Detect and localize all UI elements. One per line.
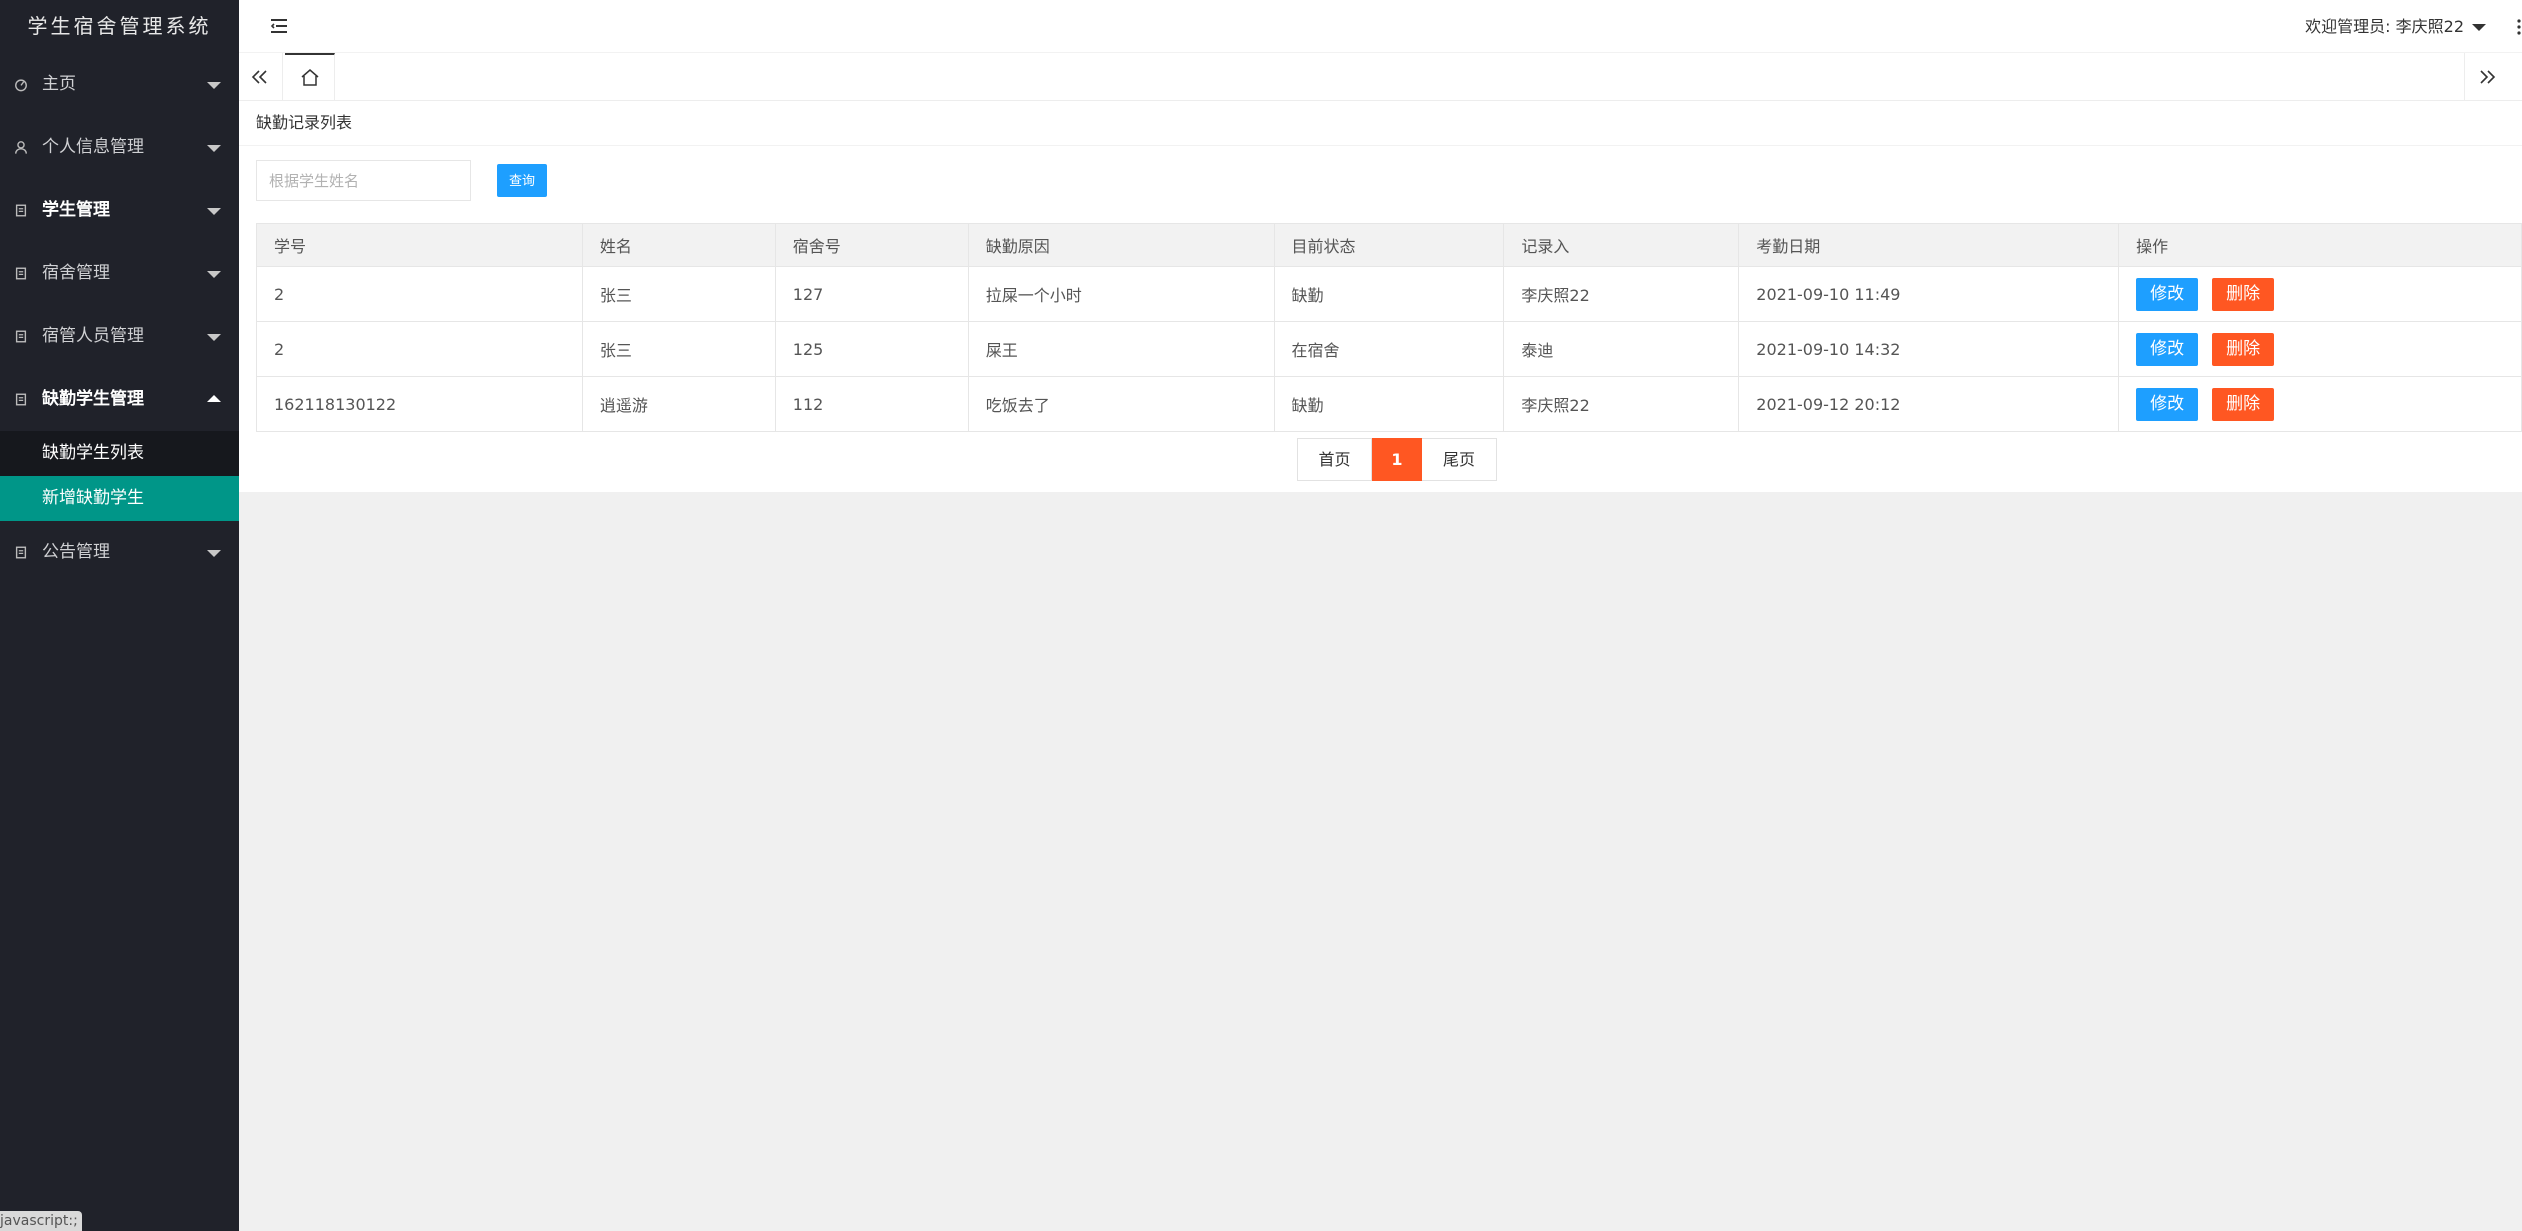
column-header: 宿舍号 bbox=[774, 223, 969, 267]
edit-button[interactable]: 修改 bbox=[2136, 332, 2199, 366]
sidebar-item-label: 个人信息管理 bbox=[42, 137, 144, 157]
delete-button[interactable]: 删除 bbox=[2212, 332, 2275, 366]
cell-date: 2021-09-12 20:12 bbox=[1738, 376, 2120, 432]
status-bar-url: javascript:; bbox=[0, 1211, 82, 1231]
cell-date: 2021-09-10 11:49 bbox=[1738, 266, 2120, 322]
subnav-item-absence-list[interactable]: 缺勤学生列表 bbox=[0, 431, 239, 476]
menu-toggle-icon[interactable] bbox=[269, 17, 289, 35]
app-title: 学生宿舍管理系统 bbox=[0, 0, 239, 53]
file-icon bbox=[15, 330, 27, 343]
pagination-current-page[interactable]: 1 bbox=[1372, 438, 1422, 481]
file-icon bbox=[15, 267, 27, 280]
absence-table: 学号 姓名 宿舍号 缺勤原因 目前状态 记录入 考勤日期 操作 2 张三 127… bbox=[256, 223, 2522, 432]
column-header: 学号 bbox=[256, 223, 583, 267]
file-icon bbox=[15, 204, 27, 217]
pagination-last-button[interactable]: 尾页 bbox=[1422, 438, 1497, 481]
cell-room: 125 bbox=[774, 321, 969, 377]
cell-student-id: 162118130122 bbox=[256, 376, 583, 432]
delete-button[interactable]: 删除 bbox=[2212, 277, 2275, 311]
column-header: 操作 bbox=[2118, 223, 2522, 267]
sidebar-item-dorm-staff[interactable]: 宿管人员管理 bbox=[0, 305, 239, 368]
divider bbox=[239, 145, 2522, 146]
column-header: 记录入 bbox=[1503, 223, 1740, 267]
cell-recorder: 李庆照22 bbox=[1503, 266, 1740, 322]
table-row: 2 张三 125 屎王 在宿舍 泰迪 2021-09-10 14:32 修改 删除 bbox=[256, 321, 2522, 377]
cell-date: 2021-09-10 14:32 bbox=[1738, 321, 2120, 377]
cell-actions: 修改 删除 bbox=[2118, 321, 2522, 377]
cell-student-id: 2 bbox=[256, 266, 583, 322]
cell-name: 张三 bbox=[581, 321, 776, 377]
main-card: 缺勤记录列表 查询 学号 姓名 宿舍号 缺勤原因 目前状态 记录入 考勤日期 操… bbox=[239, 101, 2522, 492]
cell-room: 112 bbox=[774, 376, 969, 432]
search-button[interactable]: 查询 bbox=[497, 164, 547, 197]
sidebar-item-label: 学生管理 bbox=[42, 200, 110, 220]
page-title: 缺勤记录列表 bbox=[256, 113, 353, 132]
search-input[interactable] bbox=[256, 160, 471, 201]
delete-button[interactable]: 删除 bbox=[2212, 387, 2275, 421]
column-header: 考勤日期 bbox=[1738, 223, 2120, 267]
sidebar-item-students[interactable]: 学生管理 bbox=[0, 179, 239, 242]
cell-status: 缺勤 bbox=[1273, 376, 1505, 432]
column-header: 姓名 bbox=[581, 223, 776, 267]
edit-button[interactable]: 修改 bbox=[2136, 387, 2199, 421]
table-header-row: 学号 姓名 宿舍号 缺勤原因 目前状态 记录入 考勤日期 操作 bbox=[256, 223, 2522, 267]
table-row: 162118130122 逍遥游 112 吃饭去了 缺勤 李庆照22 2021-… bbox=[256, 376, 2522, 432]
pagination-first-button[interactable]: 首页 bbox=[1297, 438, 1372, 481]
sidebar-item-profile[interactable]: 个人信息管理 bbox=[0, 116, 239, 179]
chevron-down-icon bbox=[207, 82, 221, 89]
sidebar-item-label: 公告管理 bbox=[42, 542, 110, 562]
cell-status: 在宿舍 bbox=[1273, 321, 1505, 377]
absence-subnav: 缺勤学生列表 新增缺勤学生 bbox=[0, 431, 239, 521]
column-header: 缺勤原因 bbox=[967, 223, 1275, 267]
table-row: 2 张三 127 拉屎一个小时 缺勤 李庆照22 2021-09-10 11:4… bbox=[256, 266, 2522, 322]
sidebar-item-label: 宿舍管理 bbox=[42, 263, 110, 283]
double-chevron-left-icon bbox=[251, 70, 267, 84]
cell-room: 127 bbox=[774, 266, 969, 322]
home-icon bbox=[301, 69, 319, 86]
tab-bar bbox=[239, 53, 2522, 101]
cell-actions: 修改 删除 bbox=[2118, 376, 2522, 432]
cell-recorder: 李庆照22 bbox=[1503, 376, 1740, 432]
sidebar-item-dorms[interactable]: 宿舍管理 bbox=[0, 242, 239, 305]
sidebar-item-notices[interactable]: 公告管理 bbox=[0, 521, 239, 584]
chevron-down-icon bbox=[207, 145, 221, 152]
chevron-down-icon bbox=[207, 208, 221, 215]
edit-button[interactable]: 修改 bbox=[2136, 277, 2199, 311]
sidebar-item-home[interactable]: 主页 bbox=[0, 53, 239, 116]
cell-name: 张三 bbox=[581, 266, 776, 322]
chevron-down-icon bbox=[207, 550, 221, 557]
cell-reason: 屎王 bbox=[967, 321, 1275, 377]
sidebar-item-absence[interactable]: 缺勤学生管理 bbox=[0, 368, 239, 431]
more-vertical-icon[interactable] bbox=[2516, 18, 2522, 36]
top-header: 欢迎管理员: 李庆照22 bbox=[239, 0, 2522, 53]
subnav-item-add-absence[interactable]: 新增缺勤学生 bbox=[0, 476, 239, 521]
double-chevron-right-icon bbox=[2480, 70, 2496, 84]
chevron-up-icon bbox=[207, 395, 221, 402]
chevron-down-icon bbox=[207, 334, 221, 341]
caret-down-icon bbox=[2472, 24, 2486, 31]
user-icon bbox=[15, 141, 27, 154]
file-icon bbox=[15, 393, 27, 406]
cell-student-id: 2 bbox=[256, 321, 583, 377]
pagination: 首页 1 尾页 bbox=[1297, 438, 1497, 481]
file-icon bbox=[15, 546, 27, 559]
cell-recorder: 泰迪 bbox=[1503, 321, 1740, 377]
sidebar-item-label: 缺勤学生管理 bbox=[42, 389, 144, 409]
sidebar-item-label: 主页 bbox=[42, 74, 76, 94]
cell-status: 缺勤 bbox=[1273, 266, 1505, 322]
sidebar-item-label: 宿管人员管理 bbox=[42, 326, 144, 346]
column-header: 目前状态 bbox=[1273, 223, 1505, 267]
dashboard-icon bbox=[15, 79, 27, 92]
cell-actions: 修改 删除 bbox=[2118, 266, 2522, 322]
tabs-scroll-right-button[interactable] bbox=[2464, 53, 2522, 101]
tab-home[interactable] bbox=[285, 53, 335, 101]
welcome-text: 欢迎管理员: 李庆照22 bbox=[2305, 17, 2464, 36]
cell-reason: 拉屎一个小时 bbox=[967, 266, 1275, 322]
cell-name: 逍遥游 bbox=[581, 376, 776, 432]
user-menu[interactable]: 欢迎管理员: 李庆照22 bbox=[2305, 0, 2486, 53]
sidebar: 学生宿舍管理系统 主页 个人信息管理 学生管理 宿舍管理 宿管人员管理 缺勤学生… bbox=[0, 0, 239, 1231]
chevron-down-icon bbox=[207, 271, 221, 278]
cell-reason: 吃饭去了 bbox=[967, 376, 1275, 432]
tabs-scroll-left-button[interactable] bbox=[239, 53, 283, 101]
